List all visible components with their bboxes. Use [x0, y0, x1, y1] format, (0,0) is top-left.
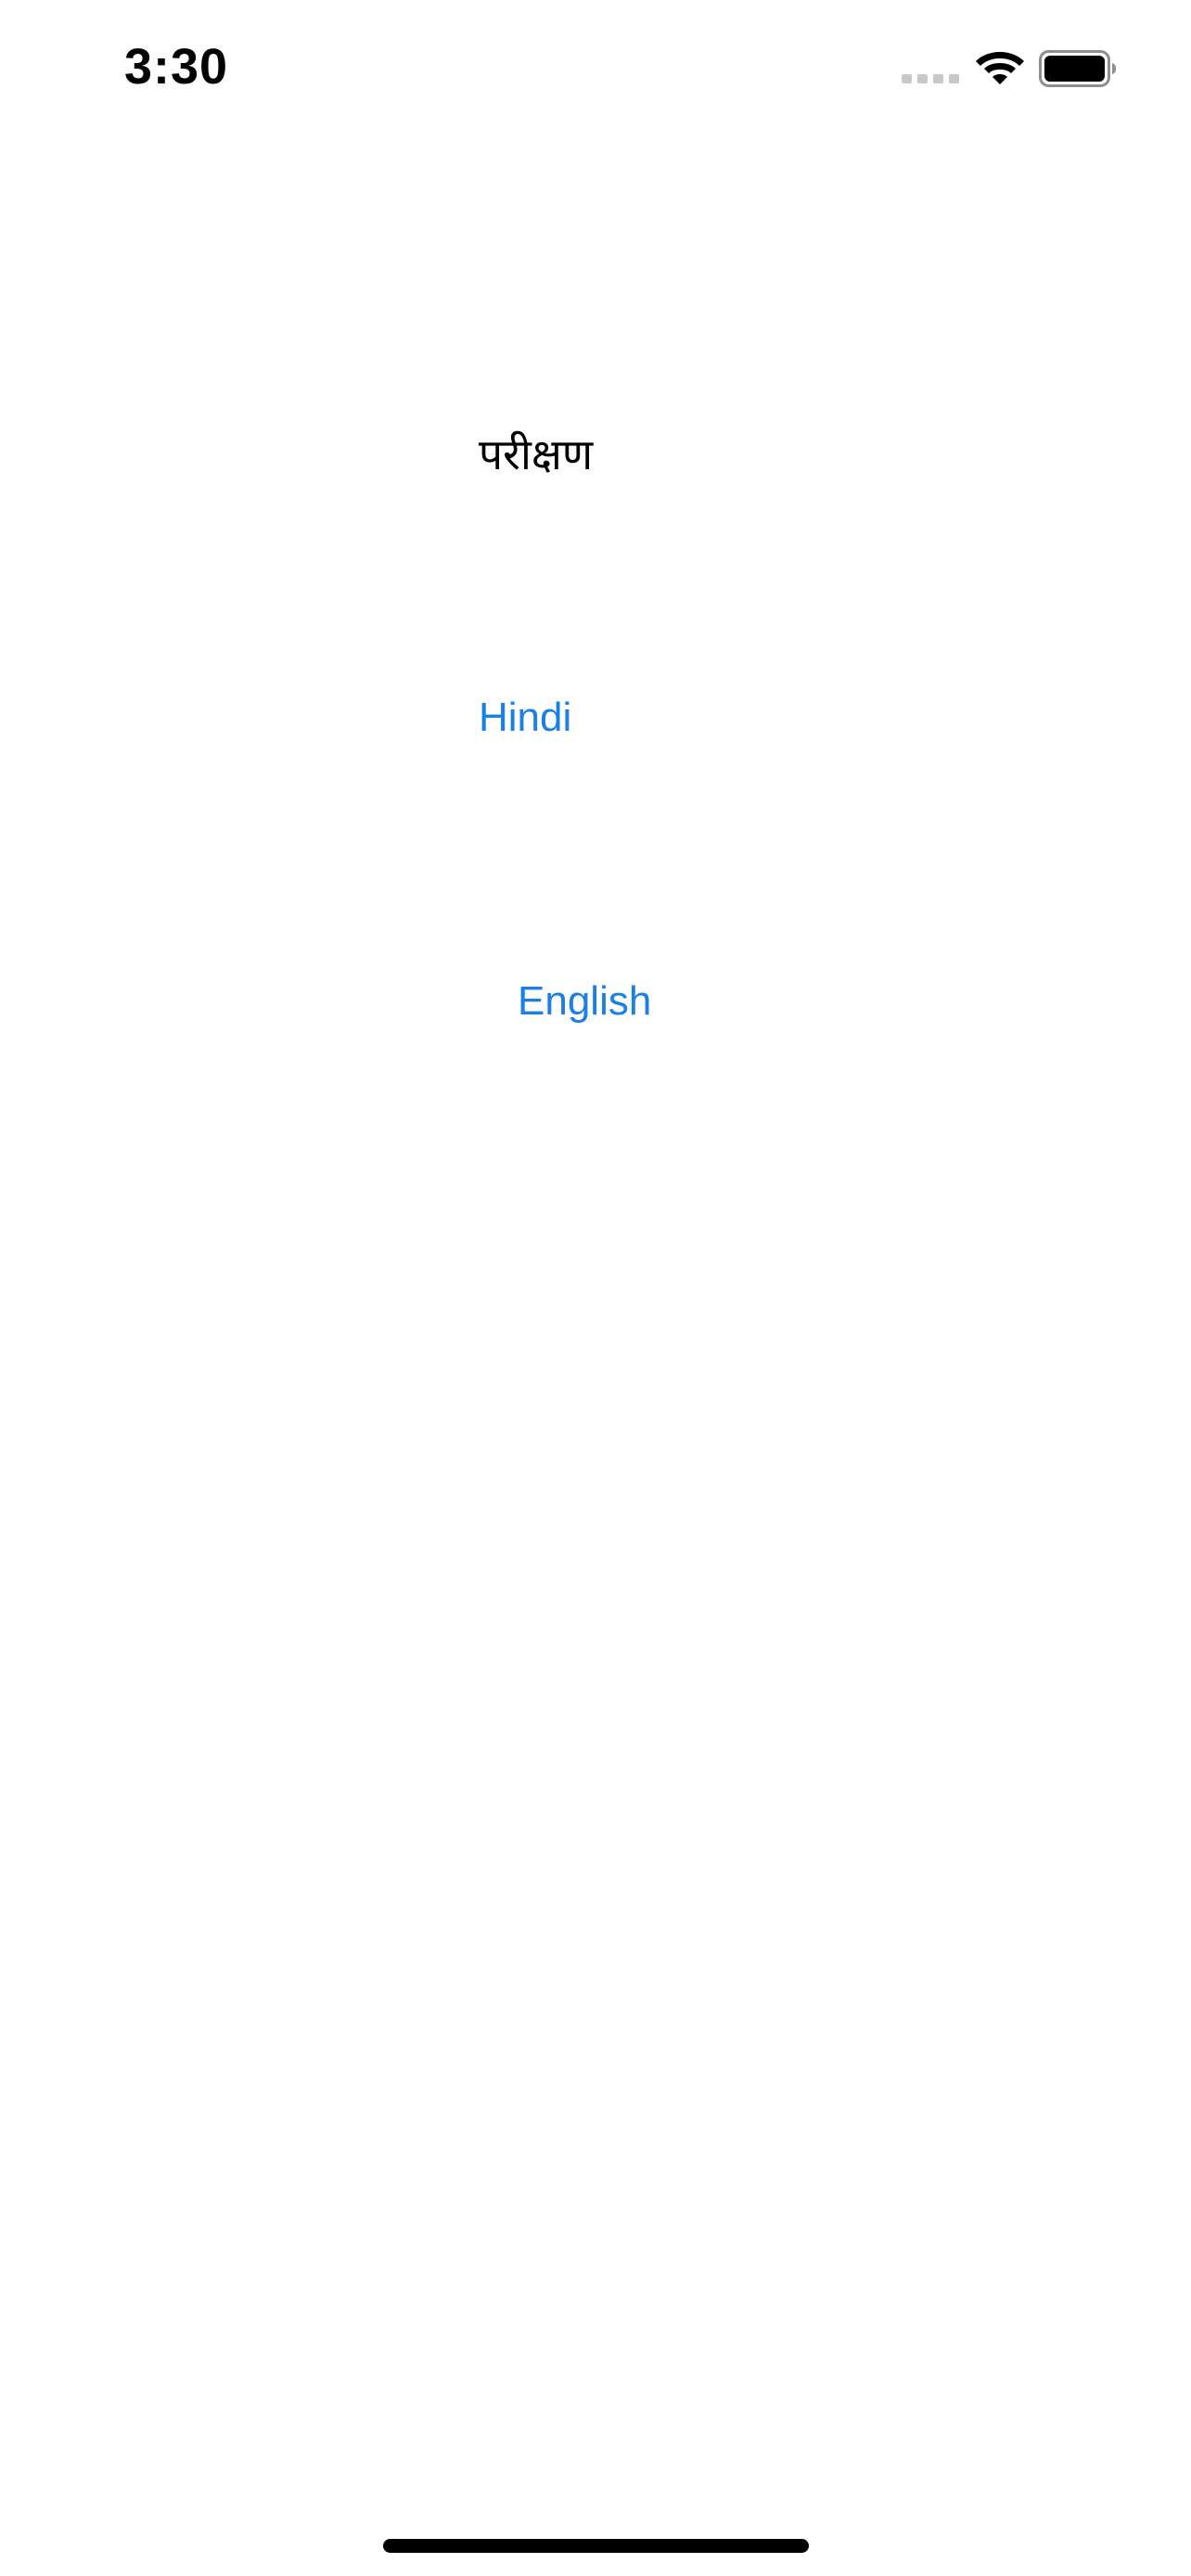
page-title: परीक्षण	[479, 429, 594, 479]
battery-icon	[1039, 50, 1116, 87]
cellular-signal-icon	[902, 74, 959, 83]
hindi-button[interactable]: Hindi	[479, 690, 571, 746]
wifi-icon	[976, 52, 1024, 84]
english-button[interactable]: English	[518, 974, 651, 1029]
status-bar: 3:30	[0, 0, 1191, 130]
status-time: 3:30	[124, 39, 229, 95]
home-indicator[interactable]	[383, 2539, 809, 2553]
